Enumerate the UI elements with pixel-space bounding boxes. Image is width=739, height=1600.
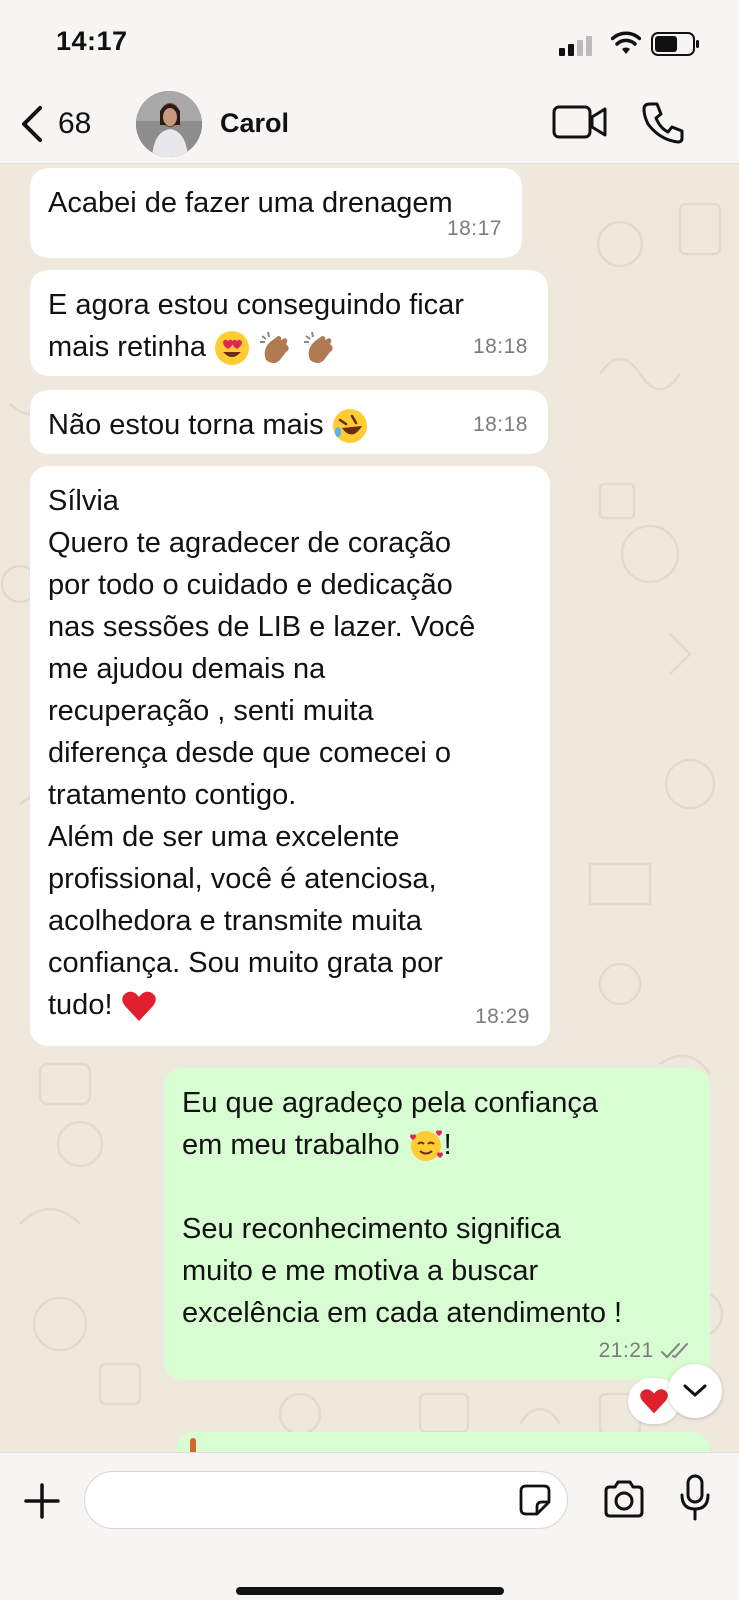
message-bubble-incoming[interactable]: E agora estou conseguindo ficar mais ret…: [30, 270, 548, 376]
message-text: Sílvia Quero te agradecer de coração por…: [48, 485, 476, 1021]
smiling-hearts-emoji-icon: [409, 1130, 443, 1162]
status-icons: [559, 30, 709, 56]
message-text: Não estou torna mais: [48, 409, 324, 441]
scroll-to-bottom-button[interactable]: [668, 1364, 722, 1418]
message-bubble-incoming[interactable]: Sílvia Quero te agradecer de coração por…: [30, 466, 550, 1046]
video-call-icon[interactable]: [552, 102, 608, 142]
message-bubble-incoming[interactable]: Acabei de fazer uma drenagem 18:17: [30, 168, 522, 258]
status-time: 14:17: [56, 26, 128, 56]
back-button[interactable]: 68: [18, 100, 118, 148]
unread-count: 68: [58, 107, 92, 140]
status-bar: 14:17: [0, 0, 739, 86]
camera-icon[interactable]: [602, 1479, 646, 1519]
sticker-icon[interactable]: [518, 1483, 552, 1517]
message-time: 18:18: [472, 413, 528, 436]
contact-name[interactable]: Carol: [220, 108, 289, 139]
message-time-text: 21:21: [598, 1339, 654, 1362]
message-emojis: [214, 331, 338, 366]
clapping-hands-icon: [304, 332, 333, 364]
plus-icon[interactable]: [22, 1481, 62, 1521]
phone-icon[interactable]: [640, 100, 686, 146]
home-indicator: [236, 1587, 504, 1595]
rolling-laughing-emoji-icon: [332, 409, 367, 444]
battery-icon: [651, 32, 699, 56]
message-bubble-outgoing[interactable]: Eu que agradeço pela confiança em meu tr…: [164, 1068, 710, 1380]
heart-eyes-emoji-icon: [215, 331, 250, 366]
double-check-icon: [660, 1343, 689, 1360]
message-time: 18:17: [446, 217, 502, 240]
message-time: 18:29: [474, 1005, 530, 1028]
avatar[interactable]: [136, 91, 202, 157]
wifi-icon: [611, 31, 641, 54]
avatar-photo: [136, 91, 202, 157]
signal-icon: [559, 36, 592, 56]
red-heart-icon: [640, 1389, 668, 1414]
message-text: Acabei de fazer uma drenagem: [48, 187, 453, 219]
message-text-part1: Eu que agradeço pela confiança em meu tr…: [182, 1087, 598, 1161]
message-time: 18:18: [472, 335, 528, 358]
microphone-icon[interactable]: [678, 1473, 712, 1523]
clapping-hands-icon: [260, 332, 289, 364]
message-time: 21:21: [599, 1330, 694, 1372]
red-heart-icon: [121, 992, 156, 1022]
chat-header: 68 Carol: [0, 86, 739, 164]
message-bubble-incoming[interactable]: Não estou torna mais 18:18: [30, 390, 548, 454]
chevron-left-icon: [22, 106, 42, 142]
input-bar: [0, 1452, 739, 1600]
message-input[interactable]: [84, 1471, 568, 1529]
chevron-down-icon: [683, 1384, 707, 1397]
